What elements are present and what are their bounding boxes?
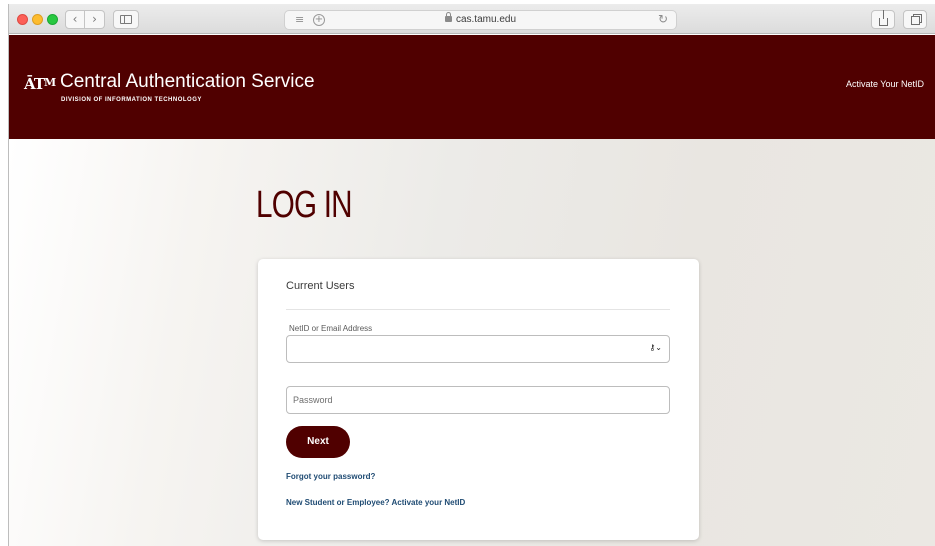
browser-window: ‹ › ≡ + cas.tamu.edu ↻ ĀTM Central Authe… [8, 4, 935, 546]
tabs-button[interactable] [903, 10, 927, 29]
password-autofill-key-icon[interactable]: ⚷⌄ [649, 343, 662, 352]
netid-label: NetID or Email Address [289, 324, 373, 333]
password-input[interactable]: Password [286, 386, 670, 414]
tamu-logo: ĀTM [24, 75, 56, 93]
chevron-right-icon: › [92, 12, 97, 26]
address-bar[interactable]: ≡ + cas.tamu.edu ↻ [284, 10, 677, 30]
chevron-left-icon: ‹ [72, 12, 78, 26]
share-icon [878, 10, 888, 26]
site-subtitle: DIVISION OF INFORMATION TECHNOLOGY [61, 97, 202, 103]
reload-icon[interactable]: ↻ [658, 12, 668, 26]
activate-netid-header-link[interactable]: Activate Your NetID [846, 79, 924, 89]
divider [286, 309, 670, 310]
forgot-password-link[interactable]: Forgot your password? [286, 472, 375, 481]
page-body: LOG IN Current Users NetID or Email Addr… [9, 139, 935, 546]
tabs-icon [910, 16, 920, 25]
close-window-button[interactable] [17, 14, 28, 25]
site-title: Central Authentication Service [60, 71, 315, 92]
activate-netid-link[interactable]: New Student or Employee? Activate your N… [286, 498, 465, 507]
forward-button[interactable]: › [85, 10, 105, 29]
share-button[interactable] [871, 10, 895, 29]
netid-input[interactable]: ⚷⌄ [286, 335, 670, 363]
browser-toolbar: ‹ › ≡ + cas.tamu.edu ↻ [9, 4, 935, 34]
sidebar-toggle-button[interactable] [113, 10, 139, 29]
site-header: ĀTM Central Authentication Service DIVIS… [9, 35, 935, 139]
lock-icon [444, 12, 452, 22]
minimize-window-button[interactable] [32, 14, 43, 25]
sidebar-icon [120, 15, 132, 24]
page-title: LOG IN [256, 184, 353, 226]
next-button[interactable]: Next [286, 426, 350, 458]
card-heading: Current Users [286, 280, 355, 292]
fullscreen-window-button[interactable] [47, 14, 58, 25]
back-button[interactable]: ‹ [65, 10, 85, 29]
login-card: Current Users NetID or Email Address ⚷⌄ … [258, 259, 699, 540]
url-text: cas.tamu.edu [455, 14, 517, 25]
